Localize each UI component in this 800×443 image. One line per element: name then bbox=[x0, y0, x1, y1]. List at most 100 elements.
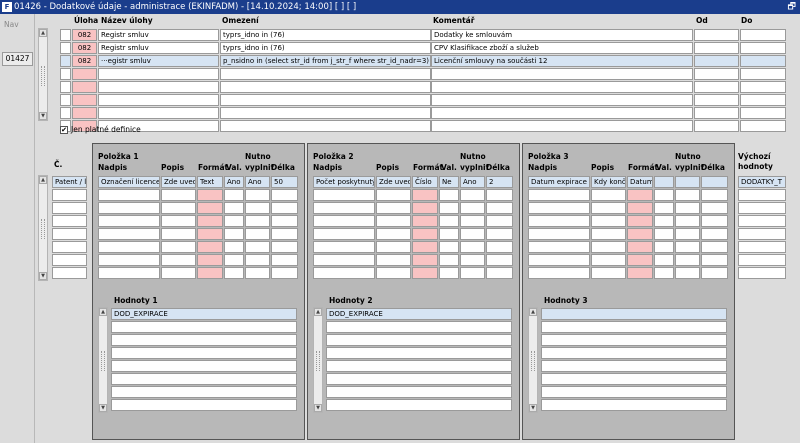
item-cell-format[interactable] bbox=[412, 228, 438, 240]
item-cell-delka[interactable] bbox=[271, 215, 298, 227]
item-cell-format[interactable] bbox=[627, 215, 653, 227]
grid-cell-od[interactable] bbox=[694, 120, 739, 132]
value-list-item[interactable] bbox=[326, 347, 512, 359]
default-value-cell[interactable]: DODATKY_T bbox=[738, 176, 786, 188]
value-list-item[interactable] bbox=[326, 399, 512, 411]
item-cell-nutno[interactable] bbox=[245, 267, 270, 279]
item-cell-val[interactable] bbox=[654, 254, 674, 266]
item-cell-popis[interactable] bbox=[376, 202, 411, 214]
item-cell-val[interactable] bbox=[439, 189, 459, 201]
default-value-cell[interactable] bbox=[738, 189, 786, 201]
item-cell-format[interactable] bbox=[197, 254, 223, 266]
scroll-up-arrow-icon[interactable]: ▲ bbox=[39, 176, 47, 184]
item-cell-val[interactable] bbox=[224, 267, 244, 279]
grid-cell-komentar[interactable] bbox=[431, 81, 693, 93]
item-number-cell[interactable]: Patent / li bbox=[52, 176, 87, 188]
item-cell-format[interactable] bbox=[627, 254, 653, 266]
grid-cell-omezeni[interactable] bbox=[220, 107, 431, 119]
item-cell-popis[interactable] bbox=[376, 254, 411, 266]
value-list-item[interactable] bbox=[541, 321, 727, 333]
item-cell-val[interactable] bbox=[224, 241, 244, 253]
scroll-grip[interactable] bbox=[41, 65, 45, 86]
value-list-item[interactable] bbox=[326, 386, 512, 398]
item-cell-nadpis[interactable] bbox=[528, 267, 590, 279]
item-cell-val[interactable] bbox=[654, 189, 674, 201]
item-cell-popis[interactable]: Zde uved bbox=[161, 176, 196, 188]
item-number-cell[interactable] bbox=[52, 267, 87, 279]
item-cell-nadpis[interactable] bbox=[528, 215, 590, 227]
item-cell-format[interactable] bbox=[627, 241, 653, 253]
item-cell-format[interactable] bbox=[197, 228, 223, 240]
grid-cell-omezeni[interactable] bbox=[220, 68, 431, 80]
grid-cell-do[interactable] bbox=[740, 55, 786, 67]
restore-icon[interactable]: 🗗 bbox=[788, 0, 796, 14]
item-cell-popis[interactable] bbox=[591, 267, 626, 279]
item-cell-format[interactable] bbox=[627, 228, 653, 240]
item-cell-val[interactable]: Ne bbox=[439, 176, 459, 188]
default-value-cell[interactable] bbox=[738, 254, 786, 266]
item-cell-delka[interactable] bbox=[271, 241, 298, 253]
item-cell-nadpis[interactable] bbox=[313, 215, 375, 227]
item-cell-delka[interactable] bbox=[701, 202, 728, 214]
item-cell-val[interactable] bbox=[439, 241, 459, 253]
item-cell-val[interactable]: Ano bbox=[224, 176, 244, 188]
value-list-item[interactable] bbox=[326, 360, 512, 372]
scroll-down-arrow-icon[interactable]: ▼ bbox=[39, 272, 47, 280]
item-cell-nadpis[interactable] bbox=[98, 189, 160, 201]
item-cell-delka[interactable] bbox=[701, 267, 728, 279]
item-cell-popis[interactable] bbox=[376, 241, 411, 253]
item-cell-delka[interactable] bbox=[486, 254, 513, 266]
value-list-item[interactable] bbox=[111, 386, 297, 398]
grid-cell-nazev[interactable] bbox=[98, 94, 219, 106]
value-list-item[interactable] bbox=[541, 386, 727, 398]
scroll-up-arrow-icon[interactable]: ▲ bbox=[529, 308, 537, 316]
default-value-cell[interactable] bbox=[738, 202, 786, 214]
item-cell-nadpis[interactable] bbox=[528, 202, 590, 214]
item-cell-nutno[interactable] bbox=[460, 189, 485, 201]
scroll-grip[interactable] bbox=[101, 351, 105, 371]
item-cell-format[interactable] bbox=[627, 202, 653, 214]
item-number-cell[interactable] bbox=[52, 241, 87, 253]
scroll-grip[interactable] bbox=[316, 351, 320, 371]
scroll-grip[interactable] bbox=[531, 351, 535, 371]
item-cell-delka[interactable] bbox=[701, 228, 728, 240]
record-indicator[interactable] bbox=[60, 68, 71, 80]
record-indicator[interactable] bbox=[60, 107, 71, 119]
grid-cell-komentar[interactable] bbox=[431, 68, 693, 80]
grid-cell-komentar[interactable] bbox=[431, 94, 693, 106]
values-scrollbar[interactable]: ▲ ▼ bbox=[528, 307, 538, 413]
grid-cell-omezeni[interactable]: typrs_idno in (76) bbox=[220, 42, 431, 54]
item-cell-format[interactable] bbox=[627, 267, 653, 279]
value-list-item[interactable] bbox=[111, 334, 297, 346]
item-cell-nutno[interactable] bbox=[460, 267, 485, 279]
item-cell-val[interactable] bbox=[224, 228, 244, 240]
item-cell-popis[interactable] bbox=[161, 267, 196, 279]
item-cell-popis[interactable] bbox=[161, 202, 196, 214]
grid-cell-komentar[interactable] bbox=[431, 107, 693, 119]
item-cell-nutno[interactable]: Ano bbox=[460, 176, 485, 188]
grid-cell-nazev[interactable] bbox=[98, 107, 219, 119]
item-cell-nadpis[interactable] bbox=[98, 267, 160, 279]
item-cell-delka[interactable] bbox=[486, 267, 513, 279]
item-cell-delka[interactable] bbox=[271, 267, 298, 279]
item-cell-nutno[interactable] bbox=[245, 228, 270, 240]
item-cell-nadpis[interactable] bbox=[98, 215, 160, 227]
item-cell-popis[interactable] bbox=[591, 202, 626, 214]
grid-cell-nazev[interactable] bbox=[98, 68, 219, 80]
value-list-item[interactable] bbox=[111, 321, 297, 333]
item-cell-delka[interactable] bbox=[486, 228, 513, 240]
item-cell-format[interactable] bbox=[197, 189, 223, 201]
item-cell-delka[interactable] bbox=[486, 189, 513, 201]
grid-cell-do[interactable] bbox=[740, 68, 786, 80]
item-cell-popis[interactable] bbox=[591, 254, 626, 266]
default-value-cell[interactable] bbox=[738, 228, 786, 240]
record-indicator[interactable] bbox=[60, 94, 71, 106]
item-cell-val[interactable] bbox=[439, 202, 459, 214]
values-scrollbar[interactable]: ▲ ▼ bbox=[313, 307, 323, 413]
grid-cell-komentar[interactable] bbox=[431, 120, 693, 132]
value-list-item[interactable] bbox=[541, 399, 727, 411]
item-cell-delka[interactable] bbox=[701, 215, 728, 227]
grid-cell-nazev[interactable] bbox=[98, 81, 219, 93]
item-cell-popis[interactable] bbox=[376, 215, 411, 227]
item-cell-nutno[interactable] bbox=[675, 228, 700, 240]
